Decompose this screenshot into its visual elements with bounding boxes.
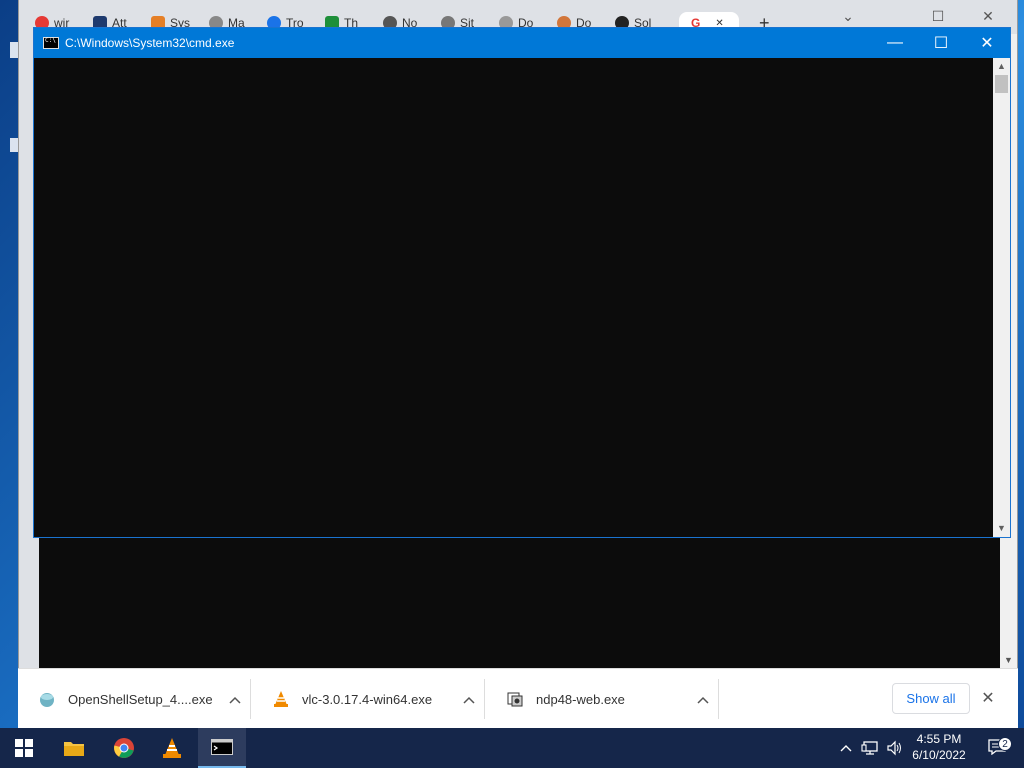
folder-icon bbox=[64, 742, 84, 756]
taskbar: 4:55 PM 6/10/2022 2 bbox=[0, 728, 1024, 768]
taskbar-vlc[interactable] bbox=[148, 728, 196, 768]
chevron-up-icon[interactable] bbox=[688, 692, 718, 707]
download-item[interactable]: OpenShellSetup_4....exe bbox=[18, 679, 251, 719]
vlc-icon bbox=[163, 738, 181, 758]
minimize-icon: — bbox=[887, 34, 903, 51]
cmd-icon bbox=[211, 739, 233, 755]
download-bar: OpenShellSetup_4....exe vlc-3.0.17.4-win… bbox=[18, 668, 1018, 728]
tray-chevron-up-icon[interactable] bbox=[836, 728, 856, 768]
scroll-down-icon[interactable]: ▼ bbox=[1000, 652, 1017, 668]
vlc-icon bbox=[272, 690, 290, 708]
cmd-window-title: C:\Windows\System32\cmd.exe bbox=[65, 36, 235, 50]
openshell-icon bbox=[38, 690, 56, 708]
chevron-up-icon[interactable] bbox=[220, 692, 250, 707]
maximize-icon: ☐ bbox=[933, 35, 949, 52]
close-download-bar-icon[interactable]: ✕ bbox=[976, 683, 1000, 714]
download-filename: OpenShellSetup_4....exe bbox=[68, 691, 213, 707]
notification-count-badge: 2 bbox=[998, 737, 1012, 751]
scroll-down-icon[interactable]: ▼ bbox=[993, 520, 1010, 537]
chrome-icon bbox=[114, 738, 134, 758]
console-output-area[interactable] bbox=[34, 58, 994, 537]
browser-close-button[interactable]: ✕ bbox=[965, 6, 1011, 26]
taskbar-cmd[interactable] bbox=[198, 728, 246, 768]
clock-time: 4:55 PM bbox=[916, 732, 962, 746]
chevron-up-icon[interactable] bbox=[454, 692, 484, 707]
installer-icon bbox=[506, 690, 524, 708]
download-item[interactable]: ndp48-web.exe bbox=[486, 679, 719, 719]
close-button[interactable]: ✕ bbox=[964, 28, 1010, 58]
show-all-button[interactable]: Show all bbox=[892, 683, 970, 714]
clock-date: 6/10/2022 bbox=[912, 748, 966, 762]
start-button[interactable] bbox=[0, 728, 48, 768]
close-icon: ✕ bbox=[980, 35, 994, 52]
cmd-window: C:\Windows\System32\cmd.exe — ☐ ✕ ▲ ▼ bbox=[33, 27, 1011, 538]
maximize-button[interactable]: ☐ bbox=[918, 28, 964, 58]
windows-icon bbox=[15, 739, 33, 757]
scrollbar-thumb[interactable] bbox=[995, 75, 1008, 93]
browser-maximize-button[interactable]: ☐ bbox=[915, 6, 961, 26]
download-filename: ndp48-web.exe bbox=[536, 691, 625, 707]
download-filename: vlc-3.0.17.4-win64.exe bbox=[302, 691, 433, 707]
cmd-vertical-scrollbar[interactable]: ▲ ▼ bbox=[993, 58, 1010, 537]
volume-icon[interactable] bbox=[884, 728, 906, 768]
browser-content bbox=[39, 538, 1001, 668]
cmd-icon[interactable] bbox=[43, 37, 59, 49]
system-clock[interactable]: 4:55 PM 6/10/2022 bbox=[906, 731, 972, 765]
network-icon[interactable] bbox=[858, 728, 882, 768]
action-center-button[interactable]: 2 bbox=[978, 728, 1018, 768]
cmd-titlebar[interactable]: C:\Windows\System32\cmd.exe — ☐ ✕ bbox=[34, 28, 1010, 58]
minimize-button[interactable]: — bbox=[872, 28, 918, 58]
chevron-down-icon[interactable]: ⌄ bbox=[825, 6, 871, 26]
download-item[interactable]: vlc-3.0.17.4-win64.exe bbox=[252, 679, 485, 719]
scroll-up-icon[interactable]: ▲ bbox=[993, 58, 1010, 75]
taskbar-chrome[interactable] bbox=[100, 728, 148, 768]
taskbar-file-explorer[interactable] bbox=[50, 728, 98, 768]
notification-icon: 2 bbox=[988, 737, 1012, 757]
